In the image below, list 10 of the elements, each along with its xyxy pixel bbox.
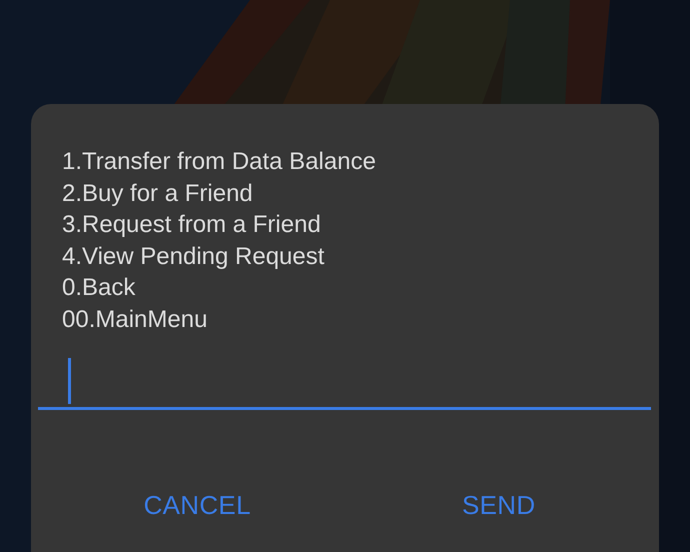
send-button[interactable]: SEND (446, 484, 552, 527)
menu-option: 2.Buy for a Friend (62, 178, 651, 210)
menu-option: 4.View Pending Request (62, 240, 651, 272)
text-cursor (68, 358, 71, 404)
menu-option: 1.Transfer from Data Balance (62, 146, 651, 178)
menu-option: 00.MainMenu (62, 304, 651, 336)
input-field[interactable] (38, 358, 651, 410)
menu-option: 3.Request from a Friend (62, 209, 651, 241)
menu-option: 0.Back (62, 272, 651, 304)
cancel-button[interactable]: CANCEL (128, 484, 267, 527)
